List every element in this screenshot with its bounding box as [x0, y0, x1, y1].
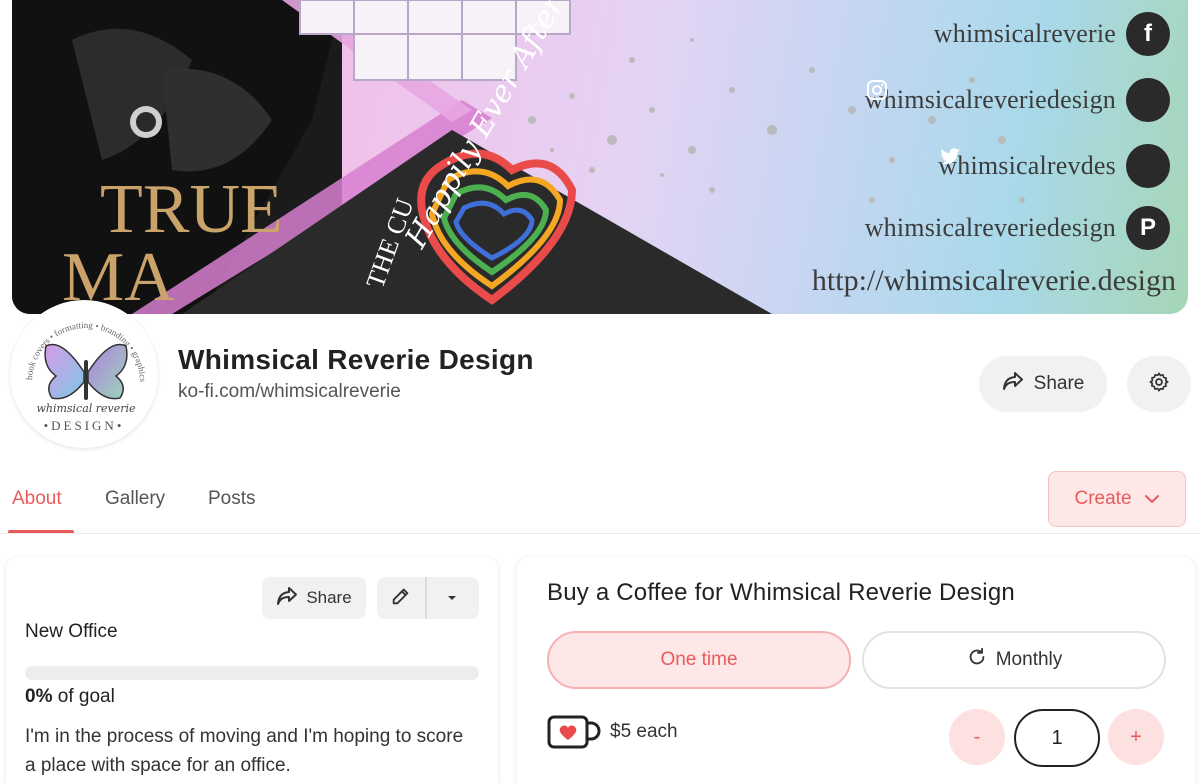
goal-edit-button[interactable]: [377, 577, 427, 619]
share-button[interactable]: Share: [979, 356, 1107, 412]
avatar-script-text: whimsical reverie: [36, 402, 136, 415]
coffee-mug-icon: [547, 715, 601, 749]
settings-button[interactable]: [1127, 356, 1191, 412]
instagram-icon: [866, 78, 1170, 122]
quantity-increase-button[interactable]: +: [1108, 709, 1164, 765]
goal-percent-value: 0%: [25, 686, 53, 707]
instagram-handle: whimsicalreveriedesign: [864, 85, 1116, 114]
goal-card: Share New Office 0% of goal I'm in the p…: [6, 557, 498, 783]
monthly-button[interactable]: Monthly: [862, 631, 1166, 689]
goal-edit-split-button: [377, 577, 479, 619]
quantity-decrease-button[interactable]: -: [949, 709, 1005, 765]
chevron-down-icon: [1144, 488, 1160, 510]
goal-description: I'm in the process of moving and I'm hop…: [25, 726, 464, 776]
gear-icon: [1148, 371, 1170, 398]
goal-options-dropdown[interactable]: [427, 577, 477, 619]
twitter-icon: [940, 144, 1170, 188]
facebook-icon: f: [1126, 12, 1170, 56]
cover-banner: TRUE MA THE CU Happily Ever After whimsi…: [12, 0, 1188, 314]
share-icon: [1002, 371, 1024, 397]
share-button-label: Share: [1033, 373, 1085, 394]
profile-tabs: About Gallery Posts: [0, 470, 1200, 534]
pinterest-icon: P: [1126, 206, 1170, 250]
buy-coffee-card: Buy a Coffee for Whimsical Reverie Desig…: [517, 557, 1195, 783]
create-button-label: Create: [1074, 488, 1132, 509]
caret-down-icon: [446, 589, 458, 607]
quantity-value: 1: [1051, 726, 1063, 749]
refresh-icon: [966, 646, 988, 674]
buy-coffee-title: Buy a Coffee for Whimsical Reverie Desig…: [547, 579, 1015, 606]
profile-name: Whimsical Reverie Design: [178, 344, 534, 375]
tab-posts[interactable]: Posts: [208, 488, 256, 510]
social-links: whimsicalreverie f whimsicalreveriedesig…: [768, 0, 1188, 314]
profile-url[interactable]: ko-fi.com/whimsicalreverie: [178, 381, 401, 403]
quantity-input[interactable]: 1: [1014, 709, 1100, 767]
price-each: $5 each: [610, 721, 678, 742]
goal-progress-bar: [25, 666, 479, 680]
avatar-design-text: •DESIGN•: [43, 418, 125, 433]
social-row-instagram[interactable]: whimsicalreveriedesign: [865, 78, 1170, 122]
facebook-handle: whimsicalreverie: [933, 19, 1116, 48]
book-title-text: TRUE: [100, 171, 283, 248]
twitter-handle: whimsicalrevdes: [938, 151, 1116, 180]
goal-percent-suffix: of goal: [52, 686, 115, 707]
monthly-label: Monthly: [995, 649, 1063, 670]
create-button[interactable]: Create: [1048, 471, 1186, 527]
avatar[interactable]: book covers • formatting • branding • gr…: [10, 300, 158, 448]
goal-percent: 0% of goal: [25, 686, 115, 708]
minus-label: -: [973, 725, 981, 748]
goal-share-label: Share: [306, 588, 352, 607]
website-url[interactable]: http://whimsicalreverie.design: [812, 264, 1176, 298]
tabs-divider: [0, 533, 1200, 534]
tab-about[interactable]: About: [12, 488, 62, 510]
one-time-label: One time: [660, 649, 738, 670]
goal-title: New Office: [25, 621, 118, 642]
social-row-facebook[interactable]: whimsicalreverie f: [934, 12, 1170, 56]
plus-label: +: [1130, 725, 1142, 748]
one-time-button[interactable]: One time: [547, 631, 851, 689]
pinterest-handle: whimsicalreveriedesign: [864, 213, 1116, 242]
social-row-pinterest[interactable]: whimsicalreveriedesign P: [865, 206, 1170, 250]
share-icon: [276, 586, 298, 611]
social-row-twitter[interactable]: whimsicalrevdes: [938, 144, 1170, 188]
goal-share-button[interactable]: Share: [262, 577, 366, 619]
edit-icon: [390, 585, 412, 612]
tab-gallery[interactable]: Gallery: [105, 488, 165, 510]
